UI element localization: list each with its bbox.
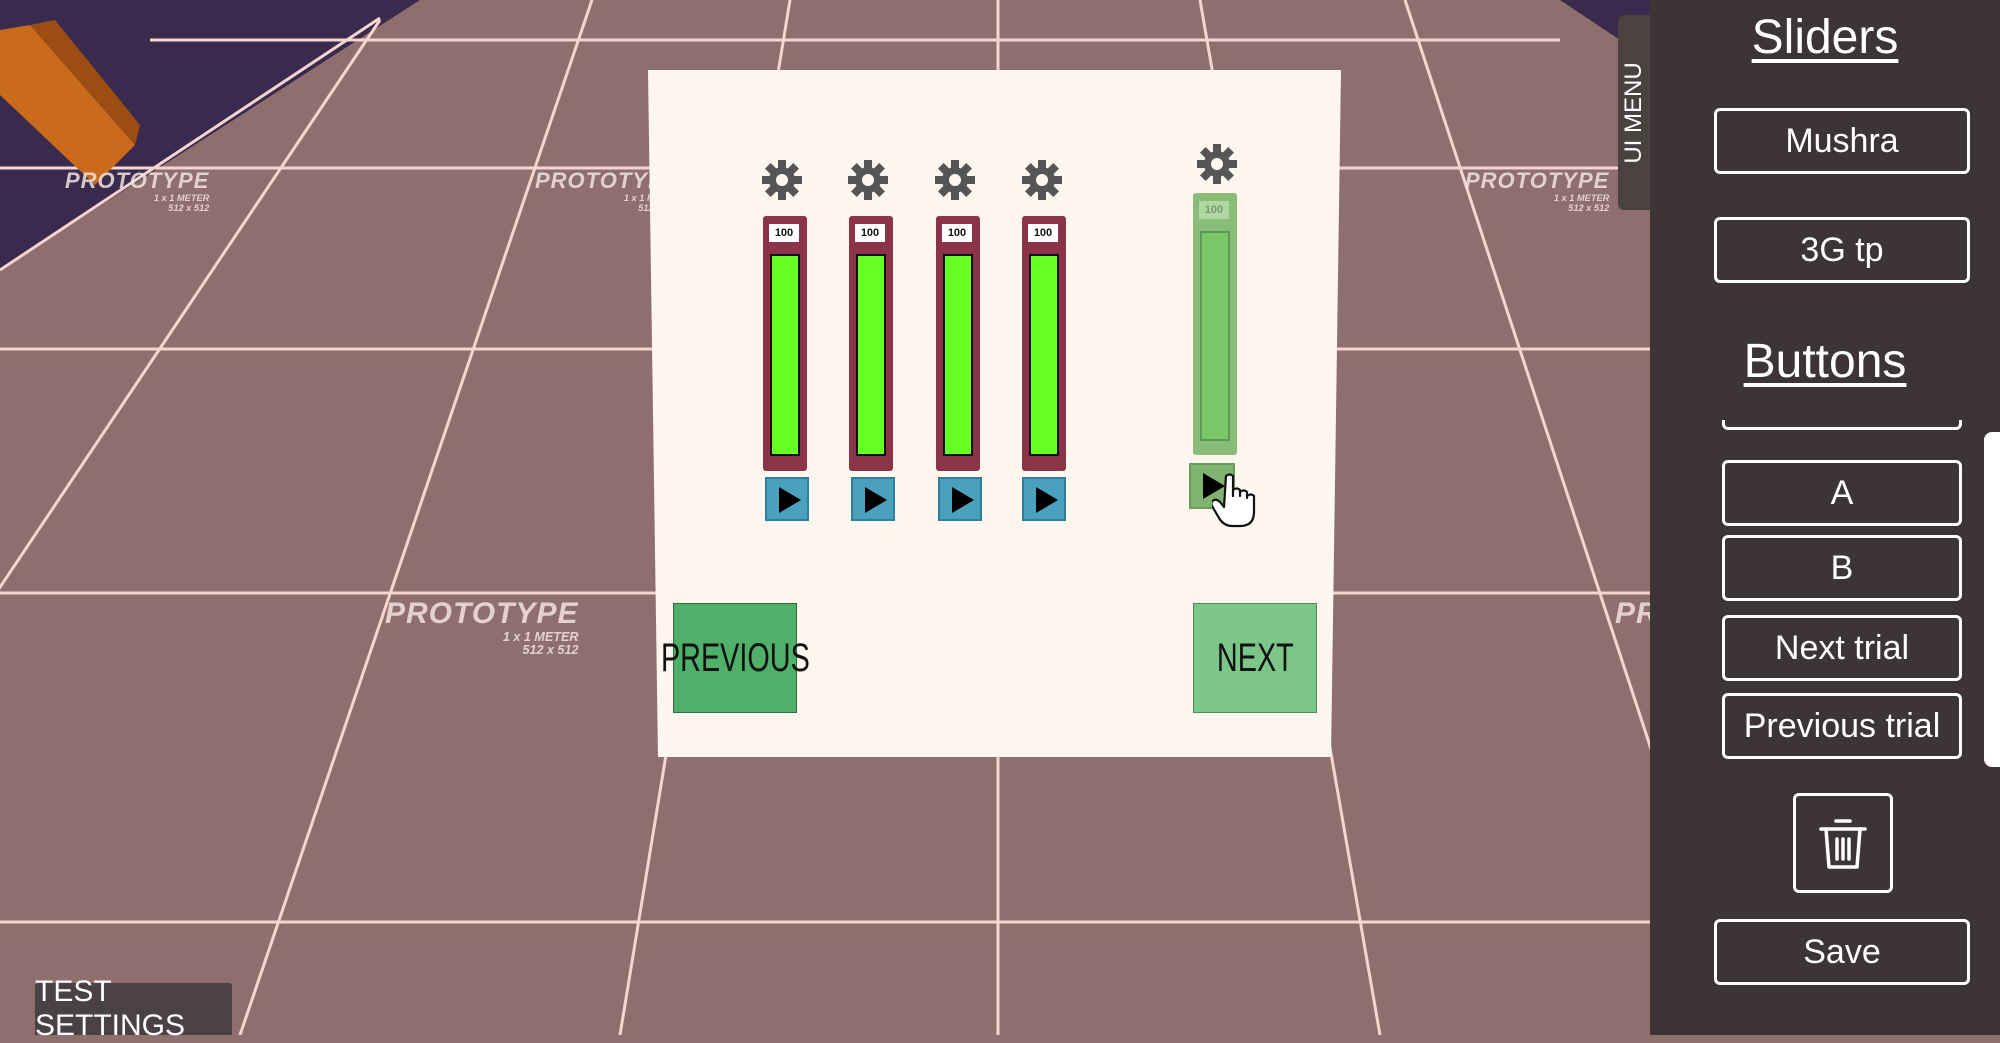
trash-icon — [1819, 819, 1867, 869]
3g-tp-button[interactable]: 3G tp — [1714, 217, 1970, 283]
buttons-scroll-list[interactable]: A B Next trial Previous trial — [1722, 420, 1962, 760]
b-button[interactable]: B — [1722, 535, 1962, 601]
partial-list-item[interactable] — [1722, 420, 1962, 430]
gear-icon[interactable] — [760, 158, 804, 202]
slider-fill — [1202, 233, 1228, 439]
play-button[interactable] — [1022, 477, 1066, 521]
save-button[interactable]: Save — [1714, 919, 1970, 985]
ui-menu-tab[interactable]: UI MENU — [1618, 15, 1650, 210]
next-button[interactable]: NEXT — [1193, 603, 1317, 713]
slider-track[interactable] — [1029, 254, 1059, 456]
previous-button[interactable]: PREVIOUS — [661, 603, 809, 713]
delete-button[interactable] — [1793, 793, 1893, 893]
rating-slider[interactable]: 100 — [763, 216, 807, 471]
sidebar-scrollbar[interactable] — [1984, 432, 2000, 767]
slider-track[interactable] — [943, 254, 973, 456]
a-button[interactable]: A — [1722, 460, 1962, 526]
gear-icon[interactable] — [1195, 142, 1239, 186]
reference-slider[interactable]: 100 — [1193, 193, 1237, 455]
slider-track[interactable] — [856, 254, 886, 456]
hand-cursor-icon — [1212, 473, 1256, 528]
sliders-heading: Sliders — [1751, 11, 1899, 64]
slider-value: 100 — [1199, 201, 1229, 219]
slider-fill — [772, 256, 798, 454]
slider-value: 100 — [1028, 224, 1058, 242]
slider-track[interactable] — [770, 254, 800, 456]
previous-trial-button[interactable]: Previous trial — [1722, 693, 1962, 759]
rating-slider[interactable]: 100 — [936, 216, 980, 471]
gear-icon[interactable] — [846, 158, 890, 202]
rating-slider[interactable]: 100 — [1022, 216, 1066, 471]
slider-value: 100 — [855, 224, 885, 242]
test-settings-button[interactable]: TEST SETTINGS — [35, 975, 232, 1042]
rating-slider[interactable]: 100 — [849, 216, 893, 471]
previous-button-label: PREVIOUS — [660, 635, 810, 680]
slider-fill — [858, 256, 884, 454]
slider-fill — [1031, 256, 1057, 454]
slider-track[interactable] — [1200, 231, 1230, 441]
ui-menu-sidebar: Sliders Mushra 3G tp Buttons A B Next tr… — [1650, 0, 2000, 1035]
slider-value: 100 — [769, 224, 799, 242]
play-button[interactable] — [765, 477, 809, 521]
play-button[interactable] — [851, 477, 895, 521]
next-trial-button[interactable]: Next trial — [1722, 615, 1962, 681]
next-button-label: NEXT — [1216, 635, 1294, 680]
mushra-button[interactable]: Mushra — [1714, 108, 1970, 174]
gear-icon[interactable] — [933, 158, 977, 202]
slider-fill — [945, 256, 971, 454]
buttons-heading: Buttons — [1743, 335, 1907, 388]
play-button[interactable] — [938, 477, 982, 521]
gear-icon[interactable] — [1020, 158, 1064, 202]
slider-value: 100 — [942, 224, 972, 242]
ui-menu-tab-label: UI MENU — [1620, 61, 1647, 164]
